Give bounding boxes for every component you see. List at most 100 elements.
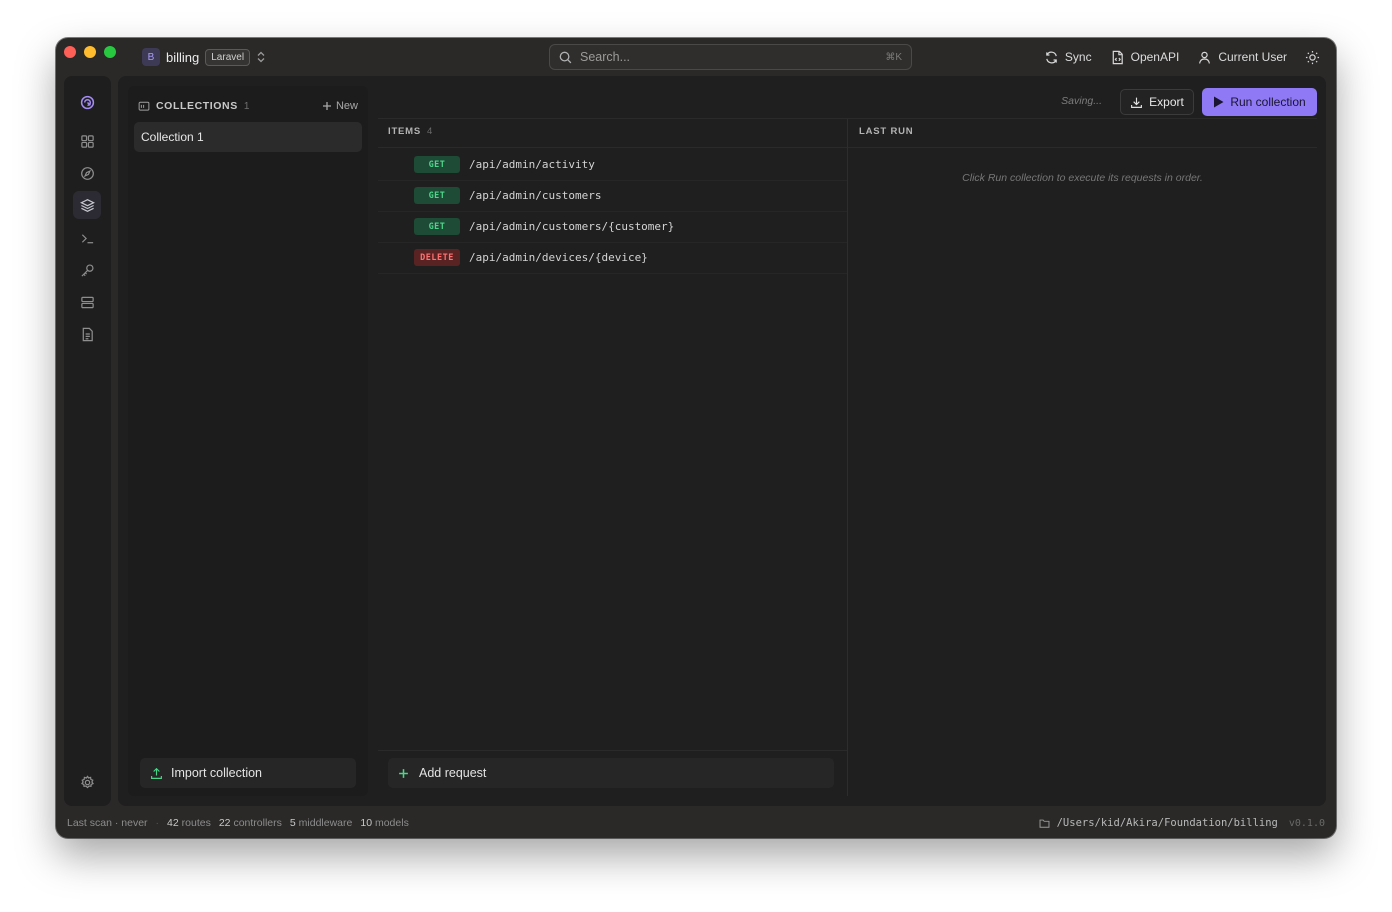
new-collection-button[interactable]: New — [322, 100, 358, 112]
upload-icon — [151, 767, 162, 779]
method-badge: GET — [414, 187, 460, 204]
request-path: /api/admin/customers — [469, 189, 602, 202]
search-shortcut: ⌘K — [885, 51, 902, 63]
rail-docs[interactable] — [73, 320, 101, 348]
project-name: billing — [166, 49, 200, 65]
folder-icon — [138, 101, 150, 111]
collection-item[interactable]: Collection 1 — [134, 122, 362, 152]
search-icon — [559, 51, 572, 63]
openapi-button[interactable]: OpenAPI — [1110, 50, 1180, 65]
request-row[interactable]: GET /api/admin/activity — [378, 149, 847, 180]
current-user-button[interactable]: Current User — [1197, 50, 1287, 65]
gear-icon — [80, 774, 94, 788]
rail-explore[interactable] — [73, 159, 101, 187]
collections-count: 1 — [243, 100, 250, 112]
file-code-icon — [1112, 50, 1123, 64]
last-run-label: LAST RUN — [859, 126, 914, 137]
rail-dashboard[interactable] — [73, 127, 101, 155]
zoom-window-button[interactable] — [104, 46, 116, 58]
sync-label: Sync — [1064, 50, 1092, 64]
import-collection-label: Import collection — [171, 766, 263, 780]
terminal-icon — [81, 233, 93, 243]
theme-toggle-button[interactable] — [1305, 50, 1320, 65]
openapi-label: OpenAPI — [1130, 50, 1180, 64]
new-collection-label: New — [335, 100, 358, 112]
scan-stats: Last scan · never · 42 routes 22 control… — [67, 817, 409, 829]
request-path: /api/admin/activity — [469, 158, 595, 171]
collections-title: COLLECTIONS — [156, 100, 238, 112]
export-button[interactable]: Export — [1120, 89, 1194, 115]
app-window: B billing Laravel Search... ⌘K Sync Open… — [56, 38, 1336, 838]
current-user-label: Current User — [1218, 50, 1287, 64]
rail-database[interactable] — [73, 288, 101, 316]
search-input[interactable]: Search... ⌘K — [549, 44, 912, 70]
framework-badge: Laravel — [205, 48, 251, 66]
run-collection-button[interactable]: Run collection — [1202, 88, 1317, 116]
collections-header: COLLECTIONS 1 New — [138, 96, 358, 116]
items-label: ITEMS — [388, 126, 422, 137]
folder-icon — [1039, 819, 1050, 828]
minimize-window-button[interactable] — [84, 46, 96, 58]
add-request-button[interactable]: Add request — [388, 758, 834, 788]
export-label: Export — [1149, 95, 1184, 109]
compass-icon — [80, 166, 94, 180]
request-path: /api/admin/customers/{customer} — [469, 220, 675, 233]
request-row[interactable]: DELETE /api/admin/devices/{device} — [378, 242, 847, 273]
items-header-divider — [378, 147, 847, 148]
sun-icon — [1305, 50, 1320, 64]
last-run-empty-message: Click Run collection to execute its requ… — [962, 172, 1203, 184]
project-switcher[interactable]: B billing Laravel — [142, 47, 266, 67]
collection-toolbar: Saving... Export Run collection — [378, 86, 1317, 119]
routes-label: routes — [181, 817, 211, 829]
models-label: models — [374, 817, 409, 829]
project-path-info: /Users/kid/Akira/Foundation/billing v0.1… — [1039, 817, 1325, 829]
document-icon — [82, 327, 93, 341]
layers-icon — [79, 198, 95, 212]
title-bar: B billing Laravel Search... ⌘K Sync Open… — [56, 38, 1336, 76]
method-badge: GET — [414, 218, 460, 235]
add-request-divider — [378, 750, 847, 751]
play-icon — [1214, 96, 1224, 108]
plus-icon — [399, 768, 408, 778]
download-icon — [1131, 97, 1143, 108]
icon-rail — [64, 76, 111, 806]
rail-collections[interactable] — [73, 191, 101, 219]
stats-separator: · — [155, 817, 160, 829]
plus-icon — [322, 102, 331, 110]
rail-terminal[interactable] — [73, 224, 101, 252]
collections-panel: COLLECTIONS 1 New Collection 1 Import co… — [128, 86, 368, 796]
import-collection-button[interactable]: Import collection — [140, 758, 356, 788]
chevron-up-down-icon — [257, 51, 265, 63]
middleware-count: 5 — [289, 817, 296, 829]
project-avatar: B — [142, 48, 160, 66]
rail-settings[interactable] — [73, 768, 101, 796]
request-row[interactable]: GET /api/admin/customers — [378, 180, 847, 211]
controllers-count: 22 — [218, 817, 231, 829]
items-count: 4 — [427, 126, 434, 137]
top-actions: Sync OpenAPI Current User — [1044, 47, 1320, 67]
app-version: v0.1.0 — [1288, 817, 1325, 829]
main-panel: COLLECTIONS 1 New Collection 1 Import co… — [118, 76, 1326, 806]
user-icon — [1199, 51, 1211, 64]
last-scan-text: Last scan · never — [67, 817, 148, 829]
app-logo-icon[interactable] — [73, 88, 101, 116]
last-run-header-divider — [848, 147, 1317, 148]
saving-status: Saving... — [1061, 95, 1102, 107]
grid-icon — [80, 134, 94, 148]
search-placeholder: Search... — [580, 50, 631, 64]
add-request-label: Add request — [419, 766, 487, 780]
rail-keys[interactable] — [73, 256, 101, 284]
run-collection-label: Run collection — [1230, 95, 1306, 109]
sync-button[interactable]: Sync — [1044, 50, 1092, 65]
models-count: 10 — [360, 817, 373, 829]
middleware-label: middleware — [298, 817, 353, 829]
panel-divider — [847, 119, 848, 796]
controllers-label: controllers — [233, 817, 282, 829]
request-row[interactable]: GET /api/admin/customers/{customer} — [378, 211, 847, 242]
key-icon — [80, 263, 94, 277]
request-path: /api/admin/devices/{device} — [469, 251, 648, 264]
project-path[interactable]: /Users/kid/Akira/Foundation/billing — [1057, 817, 1278, 829]
close-window-button[interactable] — [64, 46, 76, 58]
status-bar: Last scan · never · 42 routes 22 control… — [56, 808, 1336, 838]
method-badge: GET — [414, 156, 460, 173]
